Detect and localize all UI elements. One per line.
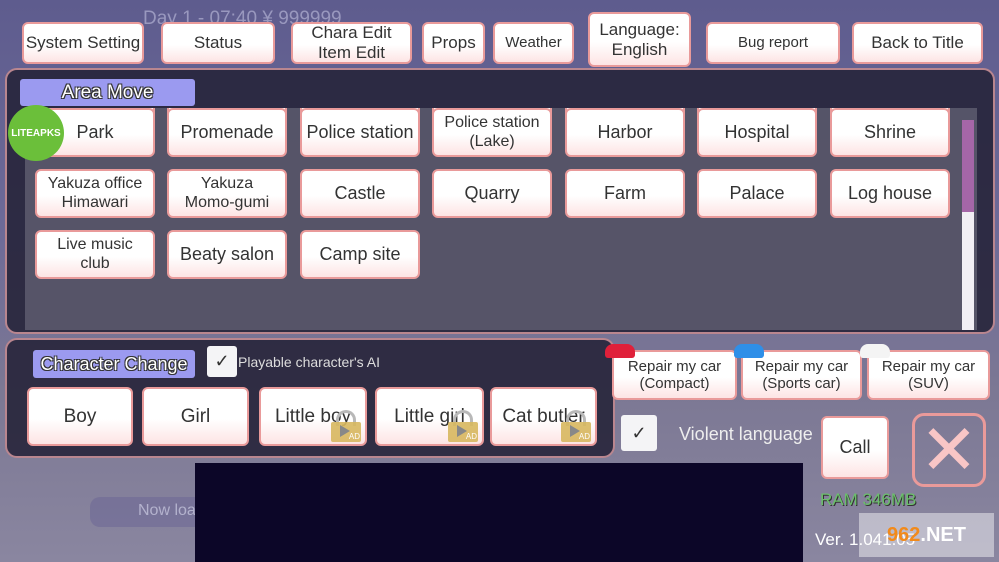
site-watermark: 962 .NET	[859, 513, 994, 557]
language-button[interactable]: Language: English	[588, 12, 691, 67]
ad-banner	[195, 463, 803, 562]
check-icon: ✓	[631, 422, 647, 443]
chara-edit-button[interactable]: Chara Edit Item Edit	[291, 22, 412, 64]
play-icon	[570, 425, 580, 437]
character-change-title: Character Change	[33, 350, 195, 378]
character-label: Girl	[180, 405, 211, 427]
area-button[interactable]: Castle	[300, 169, 420, 218]
scrollbar-track[interactable]	[962, 120, 974, 330]
lock-icon: AD	[561, 410, 591, 442]
scrollbar-thumb[interactable]	[962, 120, 974, 212]
character-button[interactable]: Little girl AD	[375, 387, 484, 446]
area-grid-viewport: RestaurantCorporationparkchapelParkProme…	[25, 108, 977, 330]
area-button[interactable]: Quarry	[432, 169, 552, 218]
area-button[interactable]: Harbor	[565, 108, 685, 157]
loading-text: Now loa	[138, 502, 196, 519]
lock-icon: AD	[331, 410, 361, 442]
character-button[interactable]: Cat butler AD	[490, 387, 597, 446]
call-button[interactable]: Call	[821, 416, 889, 479]
area-button[interactable]: Log house	[830, 169, 950, 218]
check-icon: ✓	[214, 351, 230, 371]
character-button[interactable]: Boy	[27, 387, 133, 446]
area-button[interactable]: Beaty salon	[167, 230, 287, 279]
car-icon	[860, 344, 890, 358]
area-button[interactable]: Shrine	[830, 108, 950, 157]
violent-language-label: Violent language	[679, 424, 813, 444]
liteapks-logo: LITEAPKS	[8, 105, 64, 161]
violent-language-checkbox[interactable]: ✓	[621, 415, 657, 451]
character-label: Boy	[63, 405, 97, 427]
back-to-title-button[interactable]: Back to Title	[852, 22, 983, 64]
area-button[interactable]: Police station	[300, 108, 420, 157]
close-icon: ✕	[919, 411, 979, 489]
playable-ai-checkbox[interactable]: ✓	[207, 346, 237, 377]
playable-ai-label: Playable character's AI	[238, 354, 380, 370]
props-button[interactable]: Props	[422, 22, 485, 64]
area-button[interactable]: Yakuza office Himawari	[35, 169, 155, 218]
character-button[interactable]: Little boy AD	[259, 387, 367, 446]
area-button[interactable]: Palace	[697, 169, 817, 218]
play-icon	[340, 425, 350, 437]
area-button[interactable]: Camp site	[300, 230, 420, 279]
lock-icon: AD	[448, 410, 478, 442]
car-icon	[734, 344, 764, 358]
area-button[interactable]: Yakuza Momo-gumi	[167, 169, 287, 218]
close-button[interactable]: ✕	[912, 413, 986, 487]
area-button[interactable]: Farm	[565, 169, 685, 218]
area-button[interactable]: Hospital	[697, 108, 817, 157]
area-move-title: Area Move	[20, 79, 195, 106]
weather-button[interactable]: Weather	[493, 22, 574, 64]
bug-report-button[interactable]: Bug report	[706, 22, 840, 64]
area-button[interactable]: Police station (Lake)	[432, 108, 552, 157]
area-button[interactable]: Promenade	[167, 108, 287, 157]
system-setting-button[interactable]: System Setting	[22, 22, 144, 64]
play-icon	[457, 425, 467, 437]
ram-readout: RAM 346MB	[820, 490, 917, 509]
car-icon	[605, 344, 635, 358]
character-button[interactable]: Girl	[142, 387, 249, 446]
area-move-panel: RestaurantCorporationparkchapelParkProme…	[5, 68, 995, 334]
status-button[interactable]: Status	[161, 22, 275, 64]
area-button[interactable]: Live music club	[35, 230, 155, 279]
